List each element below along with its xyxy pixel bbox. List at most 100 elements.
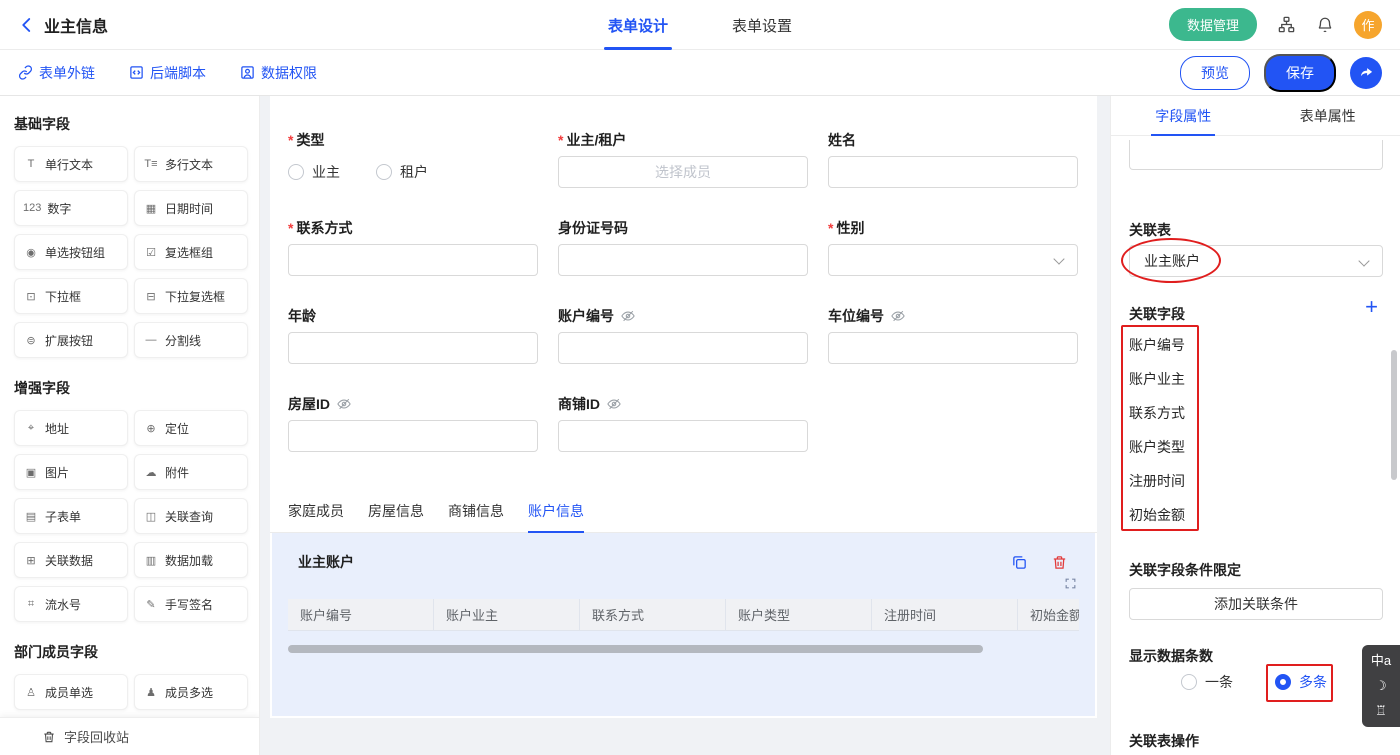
sidebar-field-item[interactable]: 123数字 xyxy=(14,190,128,226)
sidebar-field-item[interactable]: ☁附件 xyxy=(134,454,248,490)
subtable-section[interactable]: 业主账户 账户编号账户业主联系 xyxy=(272,533,1095,716)
radio-label: 租户 xyxy=(400,162,428,182)
display-count-option[interactable]: 多条 xyxy=(1275,672,1327,692)
related-query-icon: ◫ xyxy=(143,510,159,523)
back-icon[interactable] xyxy=(18,16,36,34)
display-count-option[interactable]: 一条 xyxy=(1181,672,1233,692)
sidebar-field-item[interactable]: ▦日期时间 xyxy=(134,190,248,226)
sidebar-field-item[interactable]: ☑复选框组 xyxy=(134,234,248,270)
sidebar-field-item[interactable]: T单行文本 xyxy=(14,146,128,182)
trash-icon xyxy=(42,730,56,744)
radio-option[interactable]: 租户 xyxy=(376,162,428,182)
subtable-expand-row xyxy=(272,573,1095,593)
header: 业主信息 表单设计 表单设置 数据管理 作 xyxy=(0,0,1400,50)
sidebar-field-item[interactable]: ⌗流水号 xyxy=(14,586,128,622)
app-window: 业主信息 表单设计 表单设置 数据管理 作 表单外链 xyxy=(0,0,1400,755)
input-field[interactable] xyxy=(288,332,538,364)
subform-tab[interactable]: 账户信息 xyxy=(528,501,584,532)
translate-icon[interactable]: 中a xyxy=(1371,652,1391,670)
required-asterisk: * xyxy=(558,132,563,148)
form-external-link[interactable]: 表单外链 xyxy=(18,63,95,83)
sidebar-field-item[interactable]: ⊟下拉复选框 xyxy=(134,278,248,314)
save-button[interactable]: 保存 xyxy=(1264,54,1336,92)
sidebar-field-item[interactable]: ♟成员多选 xyxy=(134,674,248,710)
backend-script-link[interactable]: 后端脚本 xyxy=(129,63,206,83)
display-count-label: 显示数据条数 xyxy=(1129,646,1213,666)
field-type-label: 子表单 xyxy=(45,508,81,525)
input-field[interactable] xyxy=(558,332,808,364)
sidebar-field-item[interactable]: ⊡下拉框 xyxy=(14,278,128,314)
share-button[interactable] xyxy=(1350,57,1382,89)
preview-button[interactable]: 预览 xyxy=(1180,56,1250,90)
field-label-text: 性别 xyxy=(836,218,864,238)
input-field[interactable] xyxy=(828,332,1078,364)
radio-label: 一条 xyxy=(1205,672,1233,692)
subtable-scrollbar[interactable] xyxy=(288,645,983,653)
delete-icon[interactable] xyxy=(1051,554,1068,571)
field-type-label: 下拉框 xyxy=(45,288,81,305)
subform-tab[interactable]: 房屋信息 xyxy=(368,501,424,532)
sidebar-field-item[interactable]: ⊜扩展按钮 xyxy=(14,322,128,358)
field-recycle-bin[interactable]: 字段回收站 xyxy=(0,717,259,755)
avatar[interactable]: 作 xyxy=(1354,11,1382,39)
related-field-item[interactable]: 注册时间 xyxy=(1129,464,1289,498)
radio-option[interactable]: 业主 xyxy=(288,162,340,182)
input-field[interactable]: 选择成员 xyxy=(558,156,808,188)
related-field-item[interactable]: 联系方式 xyxy=(1129,396,1289,430)
workflow-icon[interactable] xyxy=(1277,15,1296,34)
sidebar-field-item[interactable]: ▤ 子表单 xyxy=(14,498,128,534)
sidebar-field-item[interactable]: ⌖地址 xyxy=(14,410,128,446)
sidebar-field-item[interactable]: ◉单选按钮组 xyxy=(14,234,128,270)
sidebar-field-item[interactable]: ▥数据加载 xyxy=(134,542,248,578)
subform-tab[interactable]: 家庭成员 xyxy=(288,501,344,532)
sidebar-field-item[interactable]: ⊕定位 xyxy=(134,410,248,446)
subform-tab[interactable]: 商铺信息 xyxy=(448,501,504,532)
sidebar-field-item[interactable]: ▣图片 xyxy=(14,454,128,490)
input-field[interactable] xyxy=(828,156,1078,188)
panel-field-input[interactable] xyxy=(1129,140,1383,170)
field-type-label: 下拉复选框 xyxy=(165,288,225,305)
field-type-label: 附件 xyxy=(165,464,189,481)
data-manage-button[interactable]: 数据管理 xyxy=(1169,8,1257,41)
bell-icon[interactable] xyxy=(1316,16,1334,34)
input-field[interactable] xyxy=(558,244,808,276)
sidebar-field-item[interactable]: ♙成员单选 xyxy=(14,674,128,710)
tab-form-settings[interactable]: 表单设置 xyxy=(728,0,796,50)
expand-icon[interactable] xyxy=(1064,577,1077,593)
panel-scrollbar[interactable] xyxy=(1391,350,1397,480)
sidebar-field-item[interactable]: T≡多行文本 xyxy=(134,146,248,182)
select-field[interactable] xyxy=(828,244,1078,276)
data-permission-link[interactable]: 数据权限 xyxy=(240,63,317,83)
form-grid: *类型业主租户*业主/租户选择成员姓名*联系方式身份证号码*性别年龄账户编号车位… xyxy=(288,130,1078,452)
input-field[interactable] xyxy=(288,420,538,452)
sidebar-field-item[interactable]: ◫关联查询 xyxy=(134,498,248,534)
properties-panel: 字段属性 表单属性 关联表 业主账户 关联字段 + 账户编号账户业主联系方式账户… xyxy=(1110,96,1400,755)
related-field-item[interactable]: 初始金额 xyxy=(1129,498,1289,532)
copy-icon[interactable] xyxy=(1011,554,1028,571)
sidebar-field-item[interactable]: —分割线 xyxy=(134,322,248,358)
add-condition-button[interactable]: 添加关联条件 xyxy=(1129,588,1383,620)
input-field[interactable] xyxy=(558,420,808,452)
canvas-tabs: 家庭成员房屋信息商铺信息账户信息 xyxy=(270,492,1097,533)
tab-field-properties[interactable]: 字段属性 xyxy=(1111,96,1256,135)
related-field-item[interactable]: 账户业主 xyxy=(1129,362,1289,396)
back-nav[interactable]: 业主信息 xyxy=(0,13,108,37)
sidebar-field-item[interactable]: ✎手写签名 xyxy=(134,586,248,622)
related-field-item[interactable]: 账户编号 xyxy=(1129,328,1289,362)
tab-form-properties[interactable]: 表单属性 xyxy=(1256,96,1400,135)
related-table-label: 关联表 xyxy=(1129,220,1171,240)
form-field-label: *性别 xyxy=(828,218,1078,238)
related-table-select[interactable]: 业主账户 xyxy=(1129,245,1383,277)
dark-mode-icon[interactable]: ☽ xyxy=(1375,677,1387,695)
add-field-icon[interactable]: + xyxy=(1365,296,1378,318)
field-label-text: 联系方式 xyxy=(296,218,352,238)
subtable-header: 账户编号账户业主联系方式账户类型注册时间初始金额 xyxy=(288,599,1079,631)
related-field-item[interactable]: 账户类型 xyxy=(1129,430,1289,464)
input-field[interactable] xyxy=(288,244,538,276)
tower-icon[interactable]: ♖ xyxy=(1375,702,1387,720)
toolbar-link-label: 后端脚本 xyxy=(150,63,206,83)
tab-form-design[interactable]: 表单设计 xyxy=(604,0,672,50)
subform-icon: ▤ xyxy=(23,510,39,523)
sidebar-field-item[interactable]: ⊞关联数据 xyxy=(14,542,128,578)
form-field-label: 姓名 xyxy=(828,130,1078,150)
